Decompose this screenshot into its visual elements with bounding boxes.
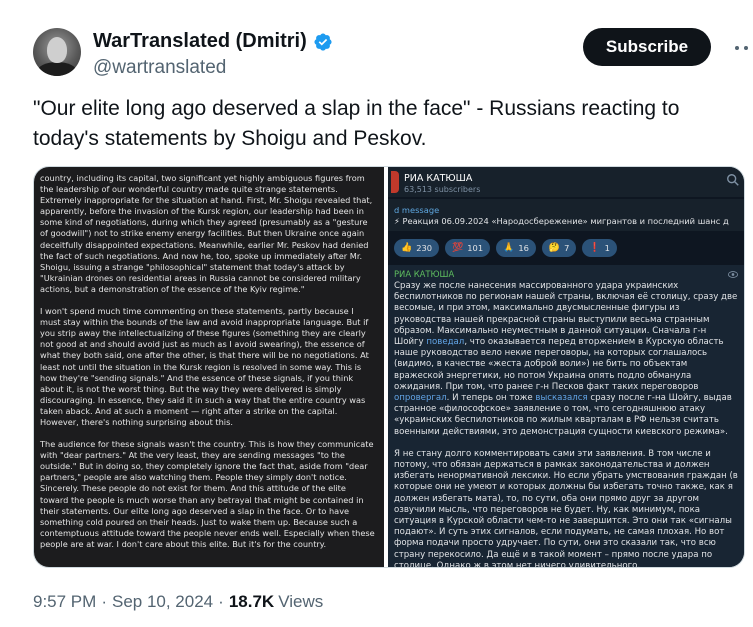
avatar-shoulders	[37, 62, 77, 76]
reaction-count: 16	[518, 243, 529, 253]
name-row: WarTranslated (Dmitri)	[93, 30, 333, 53]
reaction-chip: 🙏 16	[496, 239, 536, 257]
avatar-face	[47, 37, 67, 63]
post-paragraph: Я не стану долго комментировать сами эти…	[394, 448, 738, 567]
post-link[interactable]: опровергал	[394, 393, 447, 403]
more-dot	[744, 46, 748, 50]
channel-avatar	[391, 171, 399, 193]
post-paragraph: Сразу же после нанесения массированного …	[394, 281, 738, 438]
views-count: 18.7K	[228, 592, 275, 611]
post-body: Сразу же после нанесения массированного …	[394, 281, 738, 567]
reaction-chip: 💯 101	[445, 239, 491, 257]
reaction-count: 1	[604, 243, 610, 253]
translation-screenshot[interactable]: country, including its capital, two sign…	[34, 167, 384, 567]
post-author: РИА КАТЮША	[394, 269, 455, 279]
translation-paragraph: country, including its capital, two sign…	[40, 173, 373, 294]
pinned-label: d message	[394, 205, 440, 215]
reaction-chip: ❗ 1	[582, 239, 617, 257]
reaction-emoji: 👍	[401, 243, 413, 253]
reaction-emoji: 💯	[452, 243, 464, 253]
meta-separator: ·	[101, 592, 107, 611]
reaction-emoji: ❗	[589, 243, 601, 253]
tweet-date[interactable]: Sep 10, 2024	[112, 592, 213, 612]
pinned-text: ⚡ Реакция 06.09.2024 «Народосбережение» …	[394, 216, 729, 226]
reaction-count: 101	[467, 243, 484, 253]
tweet-text: "Our elite long ago deserved a slap in t…	[33, 97, 680, 150]
channel-name: РИА КАТЮША	[404, 173, 473, 184]
channel-subscribers: 63,513 subscribers	[404, 185, 481, 194]
reaction-chip: 🤔 7	[541, 239, 577, 257]
reaction-chip: 👍 230	[394, 239, 440, 257]
tweet-meta: 9:57 PM · Sep 10, 2024 · 18.7K Views	[33, 592, 323, 612]
more-dot	[735, 46, 739, 50]
author-name[interactable]: WarTranslated (Dmitri)	[93, 30, 307, 53]
author-block: WarTranslated (Dmitri) @wartranslated	[93, 30, 333, 79]
reaction-emoji: 🤔	[548, 243, 561, 253]
post-link[interactable]: высказался	[535, 393, 587, 403]
more-options-icon[interactable]	[735, 38, 753, 58]
avatar[interactable]	[33, 28, 81, 76]
channel-post: РИА КАТЮША Сразу же после нанесения масс…	[388, 265, 744, 567]
meta-separator: ·	[218, 592, 224, 611]
post-link[interactable]: поведал	[426, 337, 464, 347]
telegram-screenshot[interactable]: РИА КАТЮША 63,513 subscribers d message …	[388, 167, 744, 567]
views-label: Views	[278, 592, 324, 611]
subscribe-button[interactable]: Subscribe	[583, 28, 711, 66]
tweet-header: WarTranslated (Dmitri) @wartranslated Su…	[33, 28, 748, 88]
verified-badge-icon[interactable]	[313, 32, 333, 52]
tweet-media[interactable]: country, including its capital, two sign…	[33, 166, 745, 568]
search-icon	[727, 174, 739, 186]
reaction-emoji: 🙏	[503, 243, 515, 253]
translation-paragraph: The audience for these signals wasn't th…	[40, 439, 375, 549]
channel-header: РИА КАТЮША 63,513 subscribers	[388, 167, 744, 197]
reactions-bar: 👍 230 💯 101 🙏 16 🤔 7 ❗ 1	[394, 239, 617, 257]
post-text: . И теперь он тоже	[446, 393, 536, 404]
reaction-count: 230	[416, 243, 433, 253]
eye-icon	[728, 271, 738, 278]
pinned-message: d message ⚡ Реакция 06.09.2024 «Народосб…	[388, 199, 744, 231]
reaction-count: 7	[564, 243, 570, 253]
translation-paragraph: I won't spend much time commenting on th…	[40, 306, 369, 427]
author-handle[interactable]: @wartranslated	[93, 57, 333, 79]
tweet-time[interactable]: 9:57 PM	[33, 592, 96, 612]
